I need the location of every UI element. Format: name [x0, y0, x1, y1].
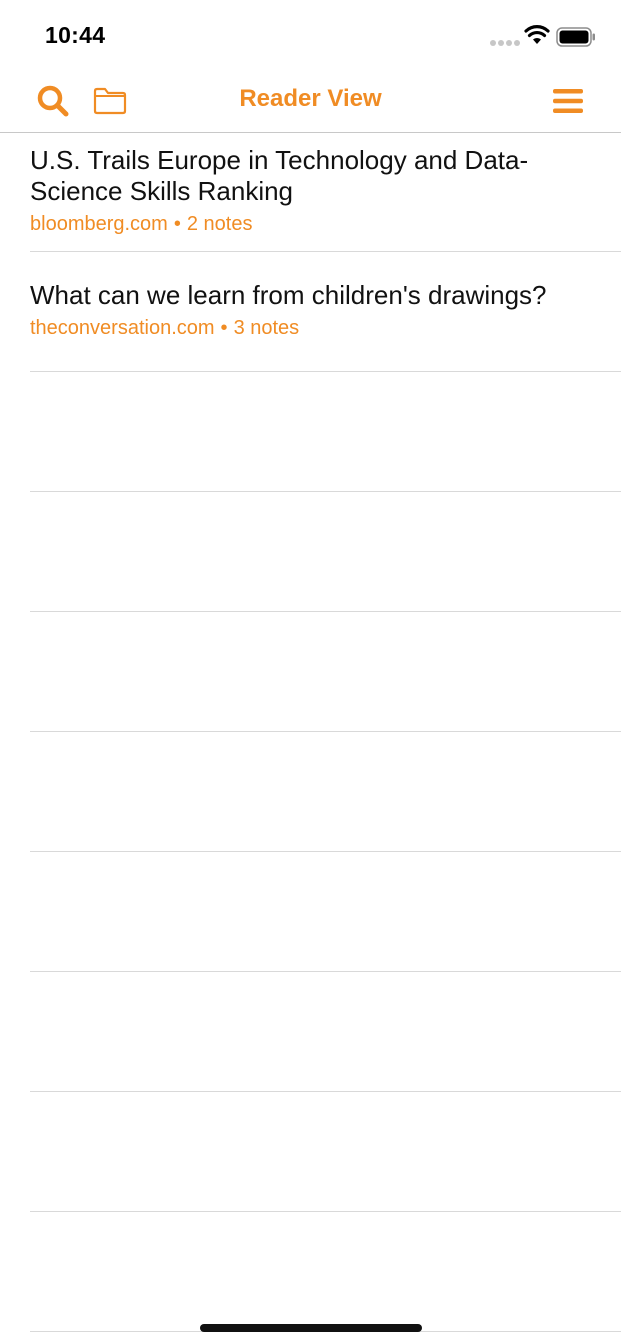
article-notes-count: 2 notes: [186, 213, 253, 235]
search-icon: [37, 85, 69, 117]
empty-row: [30, 852, 621, 972]
status-time: 10:44: [45, 22, 106, 48]
empty-row: [30, 972, 621, 1092]
list-item[interactable]: What can we learn from children's drawin…: [30, 280, 621, 372]
wifi-icon: [524, 25, 550, 44]
empty-row: [30, 1212, 621, 1332]
article-title: What can we learn from children's drawin…: [30, 280, 547, 310]
menu-button[interactable]: [548, 82, 588, 120]
status-bar: 10:44: [0, 0, 621, 72]
home-indicator[interactable]: [200, 1324, 422, 1332]
menu-icon: [553, 89, 583, 113]
article-source: bloomberg.com: [30, 213, 168, 235]
empty-row: [30, 372, 621, 492]
empty-row: [30, 1092, 621, 1212]
empty-row: [30, 732, 621, 852]
list-item[interactable]: U.S. Trails Europe in Technology and Dat…: [30, 145, 621, 252]
article-title: U.S. Trails Europe in Technology and Dat…: [30, 145, 529, 206]
cellular-signal-icon: [490, 40, 520, 46]
article-meta: theconversation.com • 3 notes: [30, 315, 621, 341]
article-source: theconversation.com: [30, 317, 215, 339]
separator-dot: •: [173, 213, 181, 235]
folder-button[interactable]: [90, 82, 130, 120]
search-button[interactable]: [34, 82, 72, 120]
battery-icon: [556, 27, 595, 47]
separator-dot: •: [220, 317, 228, 339]
article-notes-count: 3 notes: [233, 317, 300, 339]
article-meta: bloomberg.com • 2 notes: [30, 211, 621, 237]
empty-row: [30, 612, 621, 732]
navigation-bar: Reader View: [0, 72, 621, 133]
empty-row: [30, 492, 621, 612]
folder-icon: [93, 87, 127, 115]
